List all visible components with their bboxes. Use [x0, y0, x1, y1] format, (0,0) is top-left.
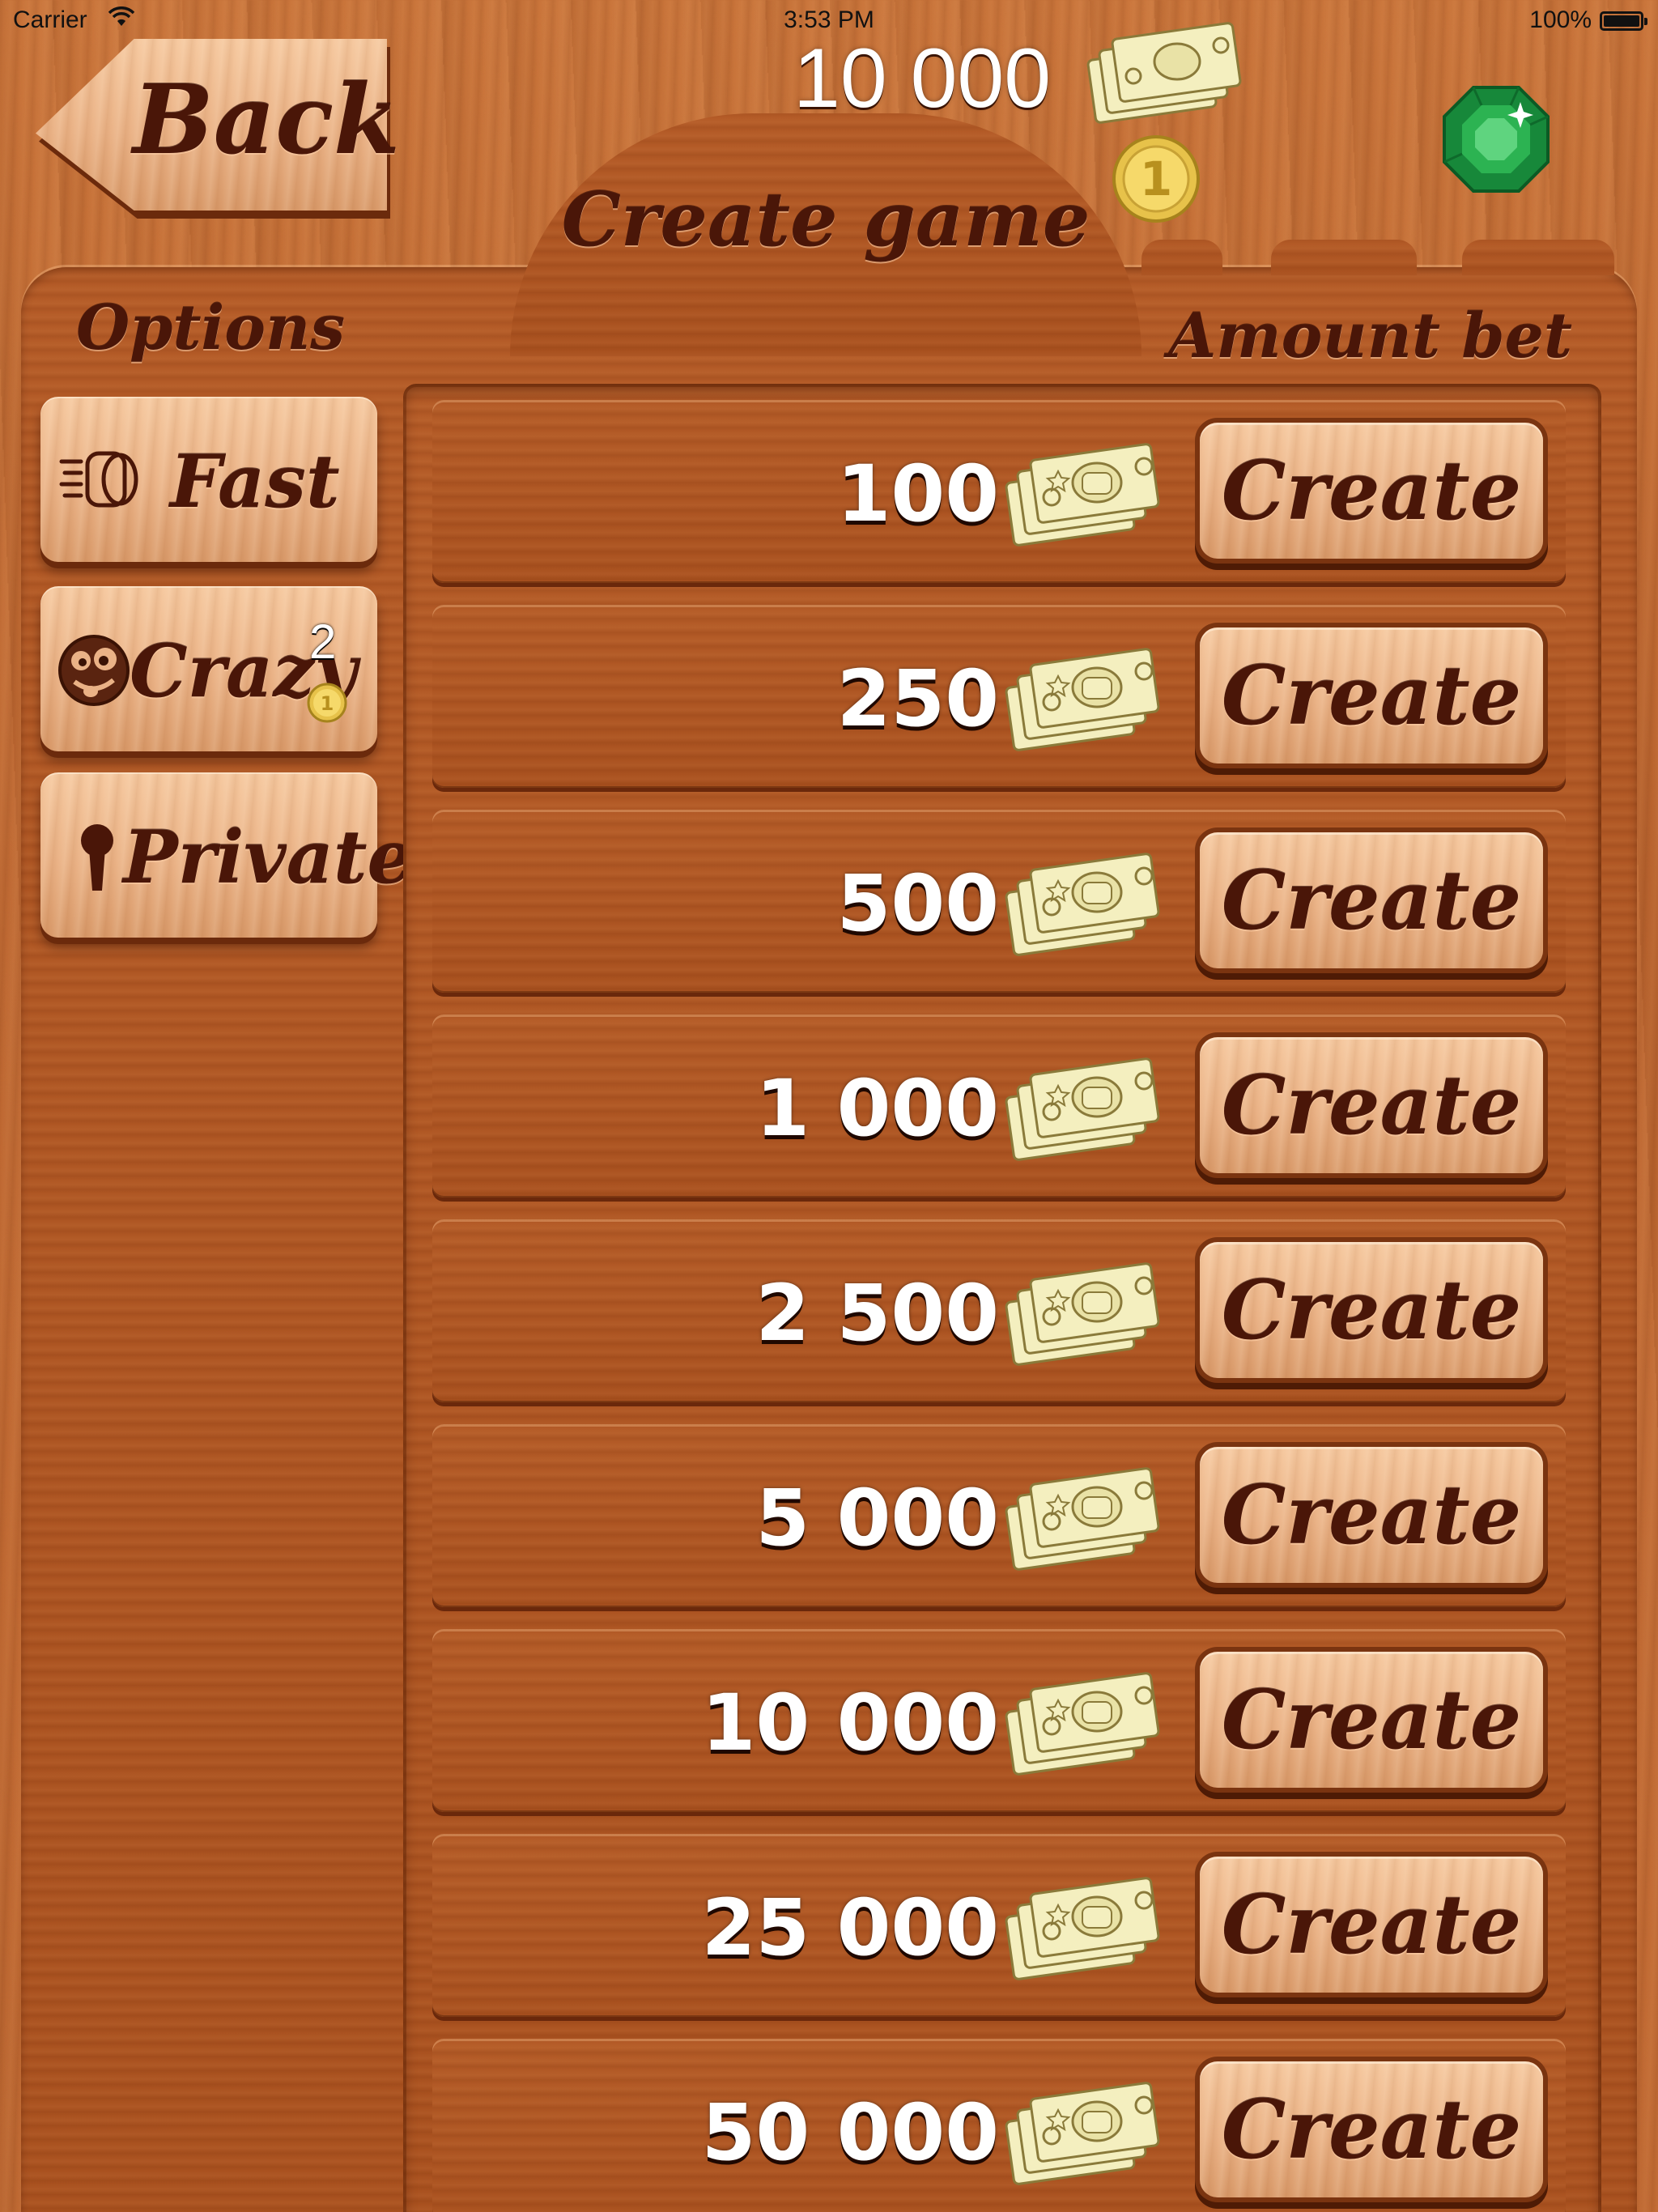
bet-row: 1 000 Create — [432, 1015, 1566, 1197]
back-button[interactable]: Back — [36, 39, 400, 219]
create-button-label: Create — [1221, 1262, 1522, 1358]
crazy-badge-count: 2 — [309, 615, 337, 669]
create-button-label: Create — [1221, 443, 1522, 538]
create-button-label: Create — [1221, 1672, 1522, 1767]
tab-stub — [1141, 240, 1222, 275]
bet-row: 500 Create — [432, 810, 1566, 993]
svg-text:1: 1 — [1140, 151, 1172, 206]
fast-barrel-icon — [59, 451, 138, 508]
banknotes-icon — [1005, 1057, 1160, 1161]
create-button[interactable]: Create — [1200, 1857, 1543, 1993]
bet-amount: 2 500 — [755, 1268, 999, 1359]
bet-amount: 1 000 — [755, 1063, 999, 1154]
options-heading: Options — [75, 291, 346, 364]
bet-row: 50 000 Create — [432, 2039, 1566, 2212]
create-button[interactable]: Create — [1200, 423, 1543, 559]
create-button-label: Create — [1221, 1877, 1522, 1972]
create-button-label: Create — [1221, 1467, 1522, 1563]
create-button[interactable]: Create — [1200, 1652, 1543, 1788]
create-button-label: Create — [1221, 1057, 1522, 1153]
bet-amount: 50 000 — [701, 2087, 999, 2178]
banknotes-icon — [1005, 853, 1160, 956]
banknotes-icon — [1005, 443, 1160, 547]
banknotes-icon — [1005, 1262, 1160, 1366]
bet-amount: 5 000 — [755, 1473, 999, 1563]
bet-row: 100 Create — [432, 400, 1566, 583]
banknotes-icon — [1005, 1672, 1160, 1776]
crazy-face-icon — [58, 635, 130, 706]
option-fast-button[interactable]: Fast — [40, 397, 377, 562]
bet-row: 10 000 Create — [432, 1629, 1566, 1812]
tab-stub — [1462, 240, 1614, 275]
emerald-icon — [1443, 86, 1550, 193]
create-button[interactable]: Create — [1200, 1447, 1543, 1583]
page-title: Create game — [561, 176, 1090, 263]
battery-icon — [1600, 11, 1647, 31]
option-fast-label: Fast — [170, 439, 340, 525]
back-label: Back — [133, 63, 400, 176]
bet-row: 25 000 Create — [432, 1834, 1566, 2017]
tab-stub — [1271, 240, 1417, 275]
bet-amount: 250 — [836, 653, 999, 744]
create-button-label: Create — [1221, 2082, 1522, 2177]
banknotes-icon — [1005, 648, 1160, 751]
svg-text:1: 1 — [321, 692, 334, 715]
create-button[interactable]: Create — [1200, 627, 1543, 764]
option-crazy-button[interactable]: Crazy 2 1 — [40, 586, 377, 751]
bet-amount: 25 000 — [701, 1882, 999, 1973]
bet-amount: 100 — [836, 449, 999, 539]
banknotes-icon — [1086, 22, 1242, 124]
bet-amount: 500 — [836, 858, 999, 949]
create-button[interactable]: Create — [1200, 2061, 1543, 2197]
option-private-button[interactable]: Private — [40, 772, 414, 938]
option-private-label: Private — [123, 815, 414, 900]
battery-percent: 100% — [1529, 6, 1592, 33]
bet-row: 250 Create — [432, 605, 1566, 788]
banknotes-icon — [1005, 2082, 1160, 2185]
create-button[interactable]: Create — [1200, 832, 1543, 968]
amount-bet-heading: Amount bet — [1168, 300, 1572, 372]
bet-row: 5 000 Create — [432, 1424, 1566, 1607]
create-button[interactable]: Create — [1200, 1242, 1543, 1378]
banknotes-icon — [1005, 1877, 1160, 1980]
bet-amount: 10 000 — [701, 1678, 999, 1768]
banknotes-icon — [1005, 1467, 1160, 1571]
coin-icon: 1 — [307, 683, 347, 723]
bet-row: 2 500 Create — [432, 1219, 1566, 1402]
create-button-label: Create — [1221, 648, 1522, 743]
create-button[interactable]: Create — [1200, 1037, 1543, 1173]
create-button-label: Create — [1221, 853, 1522, 948]
clock: 3:53 PM — [784, 6, 874, 33]
